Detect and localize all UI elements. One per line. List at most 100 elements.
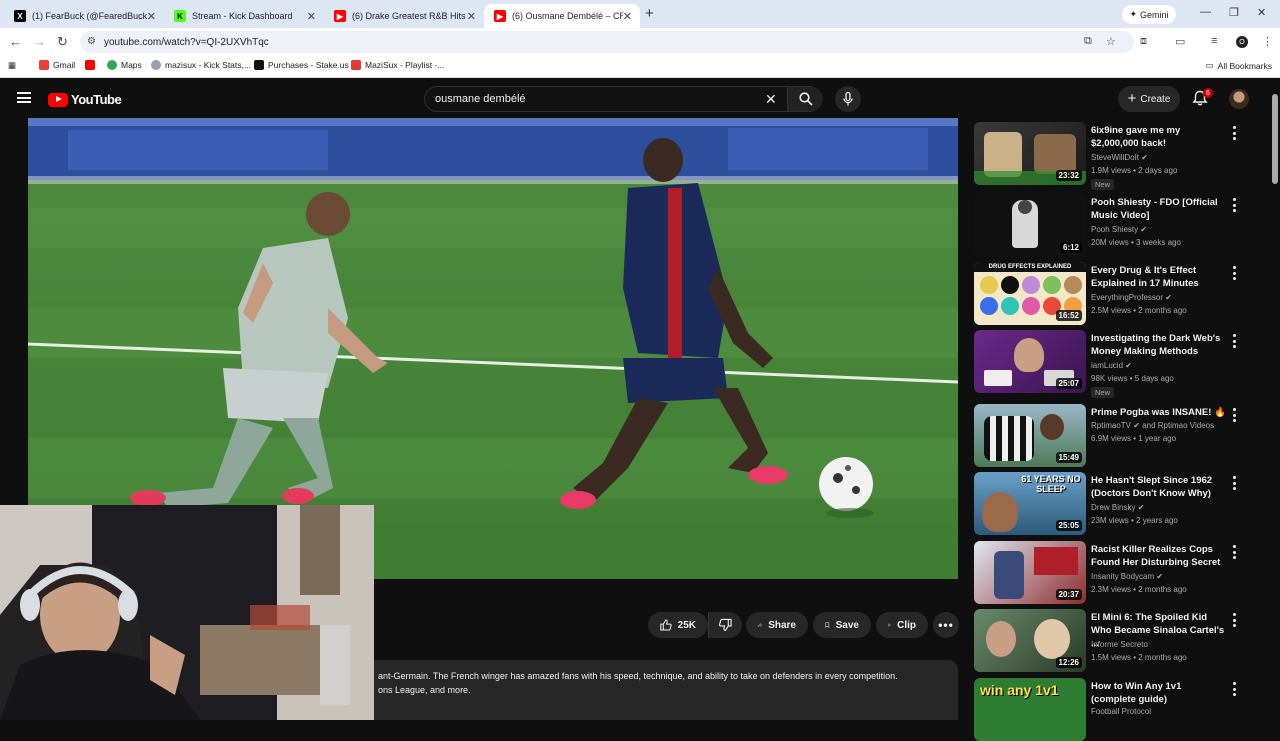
- recommendation-item[interactable]: DRUG EFFECTS EXPLAINED 16:52 Every Drug …: [974, 258, 1264, 325]
- recommendation-item[interactable]: 20:37 Racist Killer Realizes Cops Found …: [974, 537, 1264, 604]
- video-options-icon[interactable]: [1232, 682, 1236, 696]
- video-options-icon[interactable]: [1232, 476, 1236, 490]
- channel-name[interactable]: RptimaoTV ✔ and Rptimao Videos: [1091, 421, 1214, 430]
- channel-name[interactable]: EverythingProfessor ✔: [1091, 293, 1172, 302]
- channel-name[interactable]: Insanity Bodycam ✔: [1091, 572, 1163, 581]
- minimize-icon[interactable]: —: [1200, 6, 1211, 18]
- video-title[interactable]: He Hasn't Slept Since 1962 (Doctors Don'…: [1091, 474, 1227, 500]
- clip-button[interactable]: Clip: [876, 612, 928, 638]
- video-thumbnail[interactable]: win any 1v1: [974, 678, 1086, 741]
- video-thumbnail[interactable]: 23:32: [974, 122, 1086, 185]
- channel-name[interactable]: Football Protocol: [1091, 707, 1151, 716]
- site-info-icon[interactable]: ⚙: [87, 36, 96, 47]
- close-tab-icon[interactable]: ✕: [307, 10, 316, 23]
- browser-tab-kick[interactable]: K Stream - Kick Dashboard ✕: [164, 4, 324, 28]
- verified-check-icon: ✔: [1137, 503, 1145, 512]
- restore-icon[interactable]: ❐: [1229, 6, 1239, 19]
- youtube-logo[interactable]: YouTube: [48, 92, 122, 107]
- bookmark-playlist[interactable]: MaziSux - Playlist -...: [351, 60, 444, 70]
- recommendation-item[interactable]: 25:07 Investigating the Dark Web's Money…: [974, 326, 1264, 398]
- dislike-button[interactable]: [708, 612, 742, 638]
- profile-icon[interactable]: O: [1236, 36, 1248, 48]
- bookmark-star-icon[interactable]: ☆: [1106, 35, 1116, 48]
- recommendation-item[interactable]: 12:26 El Mini 6: The Spoiled Kid Who Bec…: [974, 605, 1264, 672]
- window-close-icon[interactable]: ✕: [1257, 6, 1266, 19]
- close-tab-icon[interactable]: ✕: [147, 10, 156, 23]
- back-icon[interactable]: ←: [9, 34, 22, 49]
- voice-search-button[interactable]: [835, 86, 861, 112]
- video-options-icon[interactable]: [1232, 408, 1236, 422]
- close-tab-icon[interactable]: ✕: [467, 10, 476, 23]
- more-actions-button[interactable]: •••: [933, 612, 959, 638]
- search-button[interactable]: [787, 87, 823, 111]
- video-options-icon[interactable]: [1232, 334, 1236, 348]
- video-title[interactable]: Every Drug & It's Effect Explained in 17…: [1091, 264, 1227, 290]
- gemini-button[interactable]: ✦ Gemini: [1122, 5, 1176, 24]
- recommendation-item[interactable]: 61 YEARS NO SLEEP 25:05 He Hasn't Slept …: [974, 468, 1264, 535]
- address-bar[interactable]: ⚙ youtube.com/watch?v=QI-2UXVhTqc: [80, 31, 1134, 53]
- bookmark-kick-stats[interactable]: mazisux - Kick Stats,...: [151, 60, 251, 70]
- scrollbar-thumb[interactable]: [1272, 94, 1278, 184]
- video-thumbnail[interactable]: 12:26: [974, 609, 1086, 672]
- create-button[interactable]: + Create: [1118, 86, 1180, 112]
- video-description[interactable]: ant-Germain. The French winger has amaze…: [374, 660, 958, 720]
- recommendation-item[interactable]: 6:12 Pooh Shiesty - FDO [Official Music …: [974, 190, 1264, 257]
- account-avatar[interactable]: [1229, 89, 1249, 109]
- bookmark-youtube[interactable]: [85, 60, 95, 70]
- channel-name[interactable]: Drew Binsky ✔: [1091, 503, 1144, 512]
- extensions-icon[interactable]: ⧈: [1140, 35, 1147, 48]
- new-tab-icon[interactable]: +: [645, 5, 654, 22]
- cast-icon[interactable]: ▭: [1175, 35, 1185, 48]
- video-meta: 23M views • 2 years ago: [1091, 516, 1178, 525]
- install-app-icon[interactable]: ⧉: [1084, 35, 1092, 48]
- video-options-icon[interactable]: [1232, 266, 1236, 280]
- apps-grid-icon[interactable]: ▦: [8, 60, 16, 71]
- video-title[interactable]: Prime Pogba was INSANE! 🔥: [1091, 406, 1227, 419]
- video-thumbnail[interactable]: 6:12: [974, 194, 1086, 257]
- share-button[interactable]: Share: [746, 612, 808, 638]
- page-scrollbar[interactable]: [1270, 80, 1280, 720]
- like-button[interactable]: 25K: [648, 612, 708, 638]
- browser-tab-x[interactable]: X (1) FearBuck (@FearedBuck) / X ✕: [4, 4, 164, 28]
- clear-search-icon[interactable]: ✕: [765, 91, 777, 108]
- close-tab-icon[interactable]: ✕: [623, 10, 632, 23]
- recommendation-item[interactable]: 15:49 Prime Pogba was INSANE! 🔥 RptimaoT…: [974, 400, 1264, 467]
- bookmark-gmail[interactable]: Gmail: [39, 60, 75, 70]
- channel-name[interactable]: SteveWillDoIt ✔: [1091, 153, 1148, 162]
- video-thumbnail[interactable]: 25:07: [974, 330, 1086, 393]
- video-thumbnail[interactable]: 15:49: [974, 404, 1086, 467]
- video-title[interactable]: Pooh Shiesty - FDO [Official Music Video…: [1091, 196, 1227, 222]
- channel-name[interactable]: Informe Secreto: [1091, 640, 1148, 649]
- reload-icon[interactable]: ↻: [57, 34, 68, 50]
- video-thumbnail[interactable]: 61 YEARS NO SLEEP 25:05: [974, 472, 1086, 535]
- all-bookmarks[interactable]: ▭ All Bookmarks: [1206, 60, 1272, 71]
- bookmark-stake[interactable]: Purchases - Stake.us: [254, 60, 349, 70]
- video-thumbnail[interactable]: DRUG EFFECTS EXPLAINED 16:52: [974, 262, 1086, 325]
- description-line-2: ons League, and more.: [378, 685, 471, 695]
- video-title[interactable]: How to Win Any 1v1 (complete guide): [1091, 680, 1227, 706]
- video-thumbnail[interactable]: 20:37: [974, 541, 1086, 604]
- hamburger-menu-icon[interactable]: [17, 92, 31, 103]
- video-options-icon[interactable]: [1232, 126, 1236, 140]
- search-input[interactable]: ousmane dembélé: [435, 93, 526, 105]
- video-duration: 23:32: [1055, 170, 1082, 181]
- forward-icon[interactable]: →: [33, 34, 46, 49]
- bookmark-maps[interactable]: Maps: [107, 60, 142, 70]
- browser-tab-drake[interactable]: ▶ (6) Drake Greatest R&B Hits : Th ✕: [324, 4, 484, 28]
- all-bookmarks-label: All Bookmarks: [1217, 60, 1272, 71]
- video-options-icon[interactable]: [1232, 198, 1236, 212]
- video-title[interactable]: 6ix9ine gave me my $2,000,000 back!: [1091, 124, 1227, 150]
- recommendation-item[interactable]: win any 1v1 How to Win Any 1v1 (complete…: [974, 674, 1264, 741]
- media-control-icon[interactable]: ≡: [1211, 35, 1217, 47]
- video-title[interactable]: Racist Killer Realizes Cops Found Her Di…: [1091, 543, 1227, 569]
- save-button[interactable]: Save: [813, 612, 871, 638]
- video-title[interactable]: Investigating the Dark Web's Money Makin…: [1091, 332, 1227, 358]
- menu-kebab-icon[interactable]: ⋮: [1262, 35, 1273, 48]
- channel-name[interactable]: iamLucid ✔: [1091, 361, 1132, 370]
- channel-name[interactable]: Pooh Shiesty ✔: [1091, 225, 1147, 234]
- browser-tab-active[interactable]: ▶ (6) Ousmane Dembélé – CRAZY ✕: [484, 4, 640, 28]
- recommendation-item[interactable]: 23:32 6ix9ine gave me my $2,000,000 back…: [974, 118, 1264, 190]
- video-meta: 98K views • 5 days ago: [1091, 374, 1174, 383]
- video-options-icon[interactable]: [1232, 545, 1236, 559]
- video-options-icon[interactable]: [1232, 613, 1236, 627]
